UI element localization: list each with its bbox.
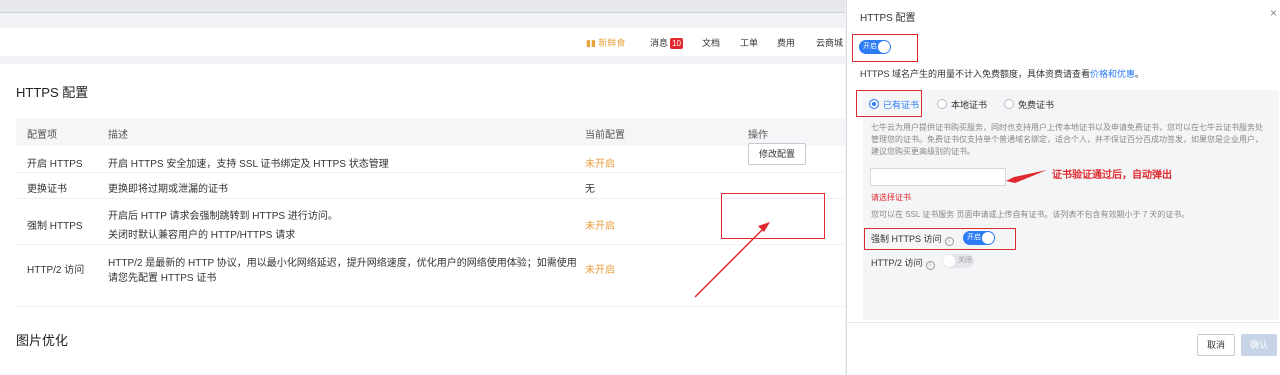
nav-fees[interactable]: 费用 — [777, 36, 795, 49]
toggle-label: 开启 — [863, 43, 877, 50]
edit-config-button[interactable]: 修改配置 — [748, 143, 806, 165]
confirm-button[interactable]: 确认 — [1241, 334, 1277, 356]
column-header: 描述 — [108, 130, 128, 141]
radio-dot — [937, 99, 947, 109]
http2-label: HTTP/2 访问 — [871, 258, 923, 268]
row-value: 未开启 — [585, 221, 615, 232]
toggle-knob — [943, 255, 955, 267]
row-desc-line2: 请您先配置 HTTPS 证书 — [108, 273, 217, 284]
row-value: 无 — [585, 184, 595, 195]
gift-icon: ▮▮ — [586, 38, 596, 48]
toggle-knob — [878, 41, 890, 53]
row-desc: 开启后 HTTP 请求会强制跳转到 HTTPS 进行访问。 — [108, 211, 338, 222]
toggle-knob — [982, 232, 994, 244]
row-divider — [16, 172, 845, 173]
force-https-label: 强制 HTTPS 访问 — [871, 234, 942, 244]
info-icon: i — [925, 261, 935, 270]
nav-messages-label: 消息 — [650, 38, 669, 48]
notice-text: HTTPS 域名产生的用量不计入免费额度，具体资费请查看 — [860, 69, 1091, 79]
row-desc: HTTP/2 是最新的 HTTP 协议，用以最小化网络延迟，提升网络速度，优化用… — [108, 258, 577, 269]
http2-row: HTTP/2 访问 i — [871, 256, 935, 270]
row-name: 开启 HTTPS — [27, 159, 83, 170]
row-value: 未开启 — [585, 265, 615, 276]
message-count-badge: 10 — [670, 38, 683, 49]
row-desc-line2: 关闭时默认兼容用户的 HTTP/HTTPS 请求 — [108, 230, 296, 241]
row-desc: 开启 HTTPS 安全加速，支持 SSL 证书绑定及 HTTPS 状态管理 — [108, 159, 389, 170]
row-name: HTTP/2 访问 — [27, 265, 85, 276]
row-desc: 更换即将过期或泄漏的证书 — [108, 184, 228, 195]
browser-top-strip — [0, 0, 845, 13]
pricing-link[interactable]: 价格和优惠 — [1090, 69, 1135, 79]
row-name: 强制 HTTPS — [27, 221, 83, 232]
top-nav: ▮▮ 新鲜食 消息 10 文档 工单 费用 云商城 — [0, 28, 845, 56]
close-icon[interactable]: × — [1270, 6, 1277, 20]
radio-local-cert[interactable]: 本地证书 — [937, 98, 987, 111]
error-message: 请选择证书 — [871, 193, 911, 202]
https-config-dialog: HTTPS 配置 × 开启 HTTPS 域名产生的用量不计入免费额度，具体资费请… — [846, 0, 1280, 375]
nav-docs[interactable]: 文档 — [702, 36, 720, 49]
force-https-toggle[interactable]: 开启 — [963, 231, 995, 245]
column-header: 配置项 — [27, 130, 57, 141]
table-header — [16, 118, 845, 146]
https-enable-toggle[interactable]: 开启 — [859, 40, 891, 54]
nav-tickets[interactable]: 工单 — [740, 36, 758, 49]
radio-label: 本地证书 — [951, 100, 988, 110]
cancel-button[interactable]: 取消 — [1197, 334, 1235, 356]
cert-description: 七牛云为用户提供证书购买服务，同时也支持用户上传本地证书以及申请免费证书，您可以… — [871, 123, 1263, 156]
toggle-label: 开启 — [967, 234, 981, 241]
radio-existing-cert[interactable]: 已有证书 — [869, 98, 919, 111]
pricing-notice: HTTPS 域名产生的用量不计入免费额度，具体资费请查看价格和优惠。 — [860, 67, 1144, 80]
dialog-title: HTTPS 配置 — [860, 13, 916, 24]
https-config-card: HTTPS 配置 配置项 描述 当前配置 操作 开启 HTTPS 开启 HTTP… — [0, 64, 845, 375]
force-https-row: 强制 HTTPS 访问 i — [871, 232, 954, 246]
radio-free-cert[interactable]: 免费证书 — [1004, 98, 1054, 111]
radio-label: 已有证书 — [883, 100, 920, 110]
row-name: 更换证书 — [27, 184, 67, 195]
http2-toggle[interactable]: 关闭 — [942, 254, 974, 268]
page-title: HTTPS 配置 — [16, 85, 89, 100]
row-value: 未开启 — [585, 159, 615, 170]
section-divider — [16, 306, 845, 307]
row-divider — [16, 244, 845, 245]
annotation-label: 证书验证通过后，自动弹出 — [1052, 170, 1172, 181]
nav-messages[interactable]: 消息 10 — [650, 36, 683, 49]
notice-end: 。 — [1135, 69, 1145, 79]
nav-gift[interactable]: ▮▮ 新鲜食 — [586, 36, 625, 49]
radio-label: 免费证书 — [1018, 100, 1055, 110]
cert-note: 您可以在 SSL 证书服务 页面申请或上传自有证书。该列表不包含有效期小于 7 … — [871, 210, 1190, 219]
nav-cloud[interactable]: 云商城 — [816, 36, 843, 49]
radio-dot — [1004, 99, 1014, 109]
nav-gift-label: 新鲜食 — [598, 38, 626, 48]
annotation-box — [721, 193, 825, 239]
radio-dot — [869, 99, 879, 109]
dialog-footer-divider — [847, 322, 1280, 323]
column-header: 当前配置 — [585, 130, 625, 141]
toggle-label: 关闭 — [958, 257, 972, 264]
column-header: 操作 — [748, 130, 768, 141]
info-icon: i — [944, 237, 954, 246]
cert-select-input[interactable] — [870, 168, 1006, 186]
image-optimization-title: 图片优化 — [16, 333, 69, 348]
